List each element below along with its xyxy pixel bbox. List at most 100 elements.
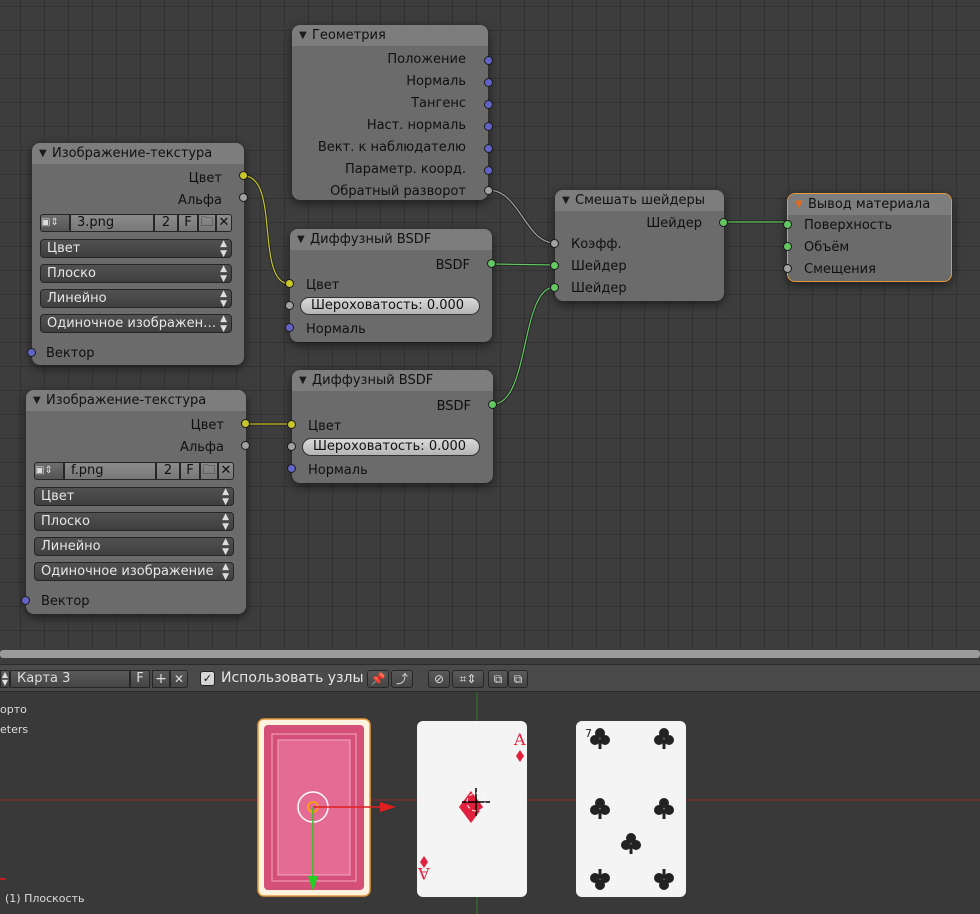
socket-color-out[interactable] [239, 171, 248, 180]
output-normal: Нормаль [406, 74, 466, 89]
socket-true-normal[interactable] [484, 122, 493, 131]
copy-material-icon[interactable]: ⧉ [488, 670, 508, 688]
folder-icon[interactable]: 🗀 [200, 462, 218, 480]
node-editor[interactable]: ▼ Геометрия Положение Нормаль Тангенс На… [0, 0, 980, 648]
socket-normal[interactable] [484, 78, 493, 87]
color-mode-dropdown[interactable]: Цвет ▲ ▼ [34, 487, 234, 506]
material-name-field[interactable]: Карта 3 [10, 670, 130, 688]
output-true-normal: Наст. нормаль [366, 118, 466, 133]
mix-shader-header[interactable]: ▼ Смешать шейдеры [555, 190, 724, 211]
collapse-triangle-icon[interactable]: ▼ [562, 190, 570, 211]
fake-user-button[interactable]: F [180, 462, 200, 480]
input-color: Цвет [308, 419, 342, 434]
output-position: Положение [387, 52, 466, 67]
socket-alpha-out[interactable] [239, 193, 248, 202]
socket-roughness-in[interactable] [287, 442, 296, 451]
socket-surface-in[interactable] [783, 220, 792, 229]
input-shader-1: Шейдер [571, 259, 627, 274]
card-seven-of-clubs: 7 [576, 721, 686, 897]
socket-vector-in[interactable] [21, 596, 30, 605]
snap-icon[interactable]: ⊘ [428, 670, 450, 688]
socket-vector-in[interactable] [27, 348, 36, 357]
input-displacement: Смещения [804, 262, 876, 277]
interpolation-dropdown[interactable]: Линейно ▲ ▼ [40, 289, 232, 308]
fake-user-button[interactable]: F [130, 670, 150, 688]
paste-material-icon[interactable]: ⧉ [508, 670, 528, 688]
collapse-triangle-icon[interactable]: ▼ [795, 194, 803, 215]
image-browse-button[interactable]: ▣⇕ [40, 214, 70, 232]
close-icon[interactable]: ✕ [218, 462, 234, 480]
image-users-count[interactable]: 2 [156, 462, 180, 480]
image-texture-node-2[interactable]: ▼ Изображение-текстура Цвет Альфа ▣⇕ f.p… [21, 390, 250, 614]
output-incoming: Вект. к наблюдателю [317, 140, 466, 155]
image-texture-node-1[interactable]: ▼ Изображение-текстура Цвет Альфа ▣⇕ 3.p… [27, 143, 248, 365]
source-dropdown[interactable]: Одиночное изображение ▲ ▼ [34, 562, 234, 581]
add-icon[interactable]: + [152, 670, 170, 688]
roughness-slider[interactable]: Шероховатость: 0.000 [302, 438, 480, 456]
3d-viewport[interactable]: 7 A A орто eters (1) Плоскость [0, 692, 980, 914]
image-users-count[interactable]: 2 [154, 214, 178, 232]
active-object-label: (1) Плоскость [5, 892, 85, 905]
geometry-node-header[interactable]: ▼ Геометрия [292, 25, 488, 46]
interpolation-dropdown[interactable]: Линейно ▲ ▼ [34, 537, 234, 556]
diffuse-header-2[interactable]: ▼ Диффузный BSDF [292, 370, 493, 391]
image-browse-button[interactable]: ▣⇕ [34, 462, 64, 480]
image-name-field[interactable]: f.png [64, 462, 156, 480]
projection-dropdown[interactable]: Плоско ▲ ▼ [40, 264, 232, 283]
diffuse-bsdf-node-2[interactable]: ▼ Диффузный BSDF BSDF Цвет Шероховатость… [287, 370, 497, 483]
source-dropdown[interactable]: Одиночное изображен… ▲ ▼ [40, 314, 232, 333]
socket-color-in[interactable] [287, 420, 296, 429]
collapse-triangle-icon[interactable]: ▼ [33, 390, 41, 411]
socket-shader-in-1[interactable] [550, 261, 559, 270]
pin-icon[interactable]: 📌 [367, 670, 389, 688]
socket-position[interactable] [484, 56, 493, 65]
diffuse-bsdf-node-1[interactable]: ▼ Диффузный BSDF BSDF Цвет Шероховатость… [285, 229, 496, 342]
geometry-node[interactable]: ▼ Геометрия Положение Нормаль Тангенс На… [292, 25, 493, 200]
socket-tangent[interactable] [484, 100, 493, 109]
image-texture-header-1[interactable]: ▼ Изображение-текстура [32, 143, 244, 164]
collapse-triangle-icon[interactable]: ▼ [297, 229, 305, 250]
socket-volume-in[interactable] [783, 242, 792, 251]
socket-alpha-out[interactable] [241, 441, 250, 450]
socket-color-in[interactable] [285, 279, 294, 288]
area-divider[interactable] [0, 648, 980, 664]
socket-displacement-in[interactable] [783, 264, 792, 273]
socket-normal-in[interactable] [285, 323, 294, 332]
socket-fac-in[interactable] [550, 239, 559, 248]
parent-node-icon[interactable]: ⤴ [391, 670, 413, 688]
snap-element-dropdown[interactable]: ⌗⇕ [452, 670, 484, 688]
roughness-slider[interactable]: Шероховатость: 0.000 [300, 297, 480, 315]
close-icon[interactable]: ✕ [170, 670, 188, 688]
color-mode-dropdown[interactable]: Цвет ▲ ▼ [40, 239, 232, 258]
material-output-header[interactable]: ▼ Вывод материала [788, 194, 951, 215]
socket-normal-in[interactable] [287, 464, 296, 473]
image-name-field[interactable]: 3.png [70, 214, 154, 232]
ace-rank-label-inverted: A [418, 864, 430, 883]
material-output-node[interactable]: ▼ Вывод материала Поверхность Объём Смещ… [783, 193, 952, 282]
image-selector-row[interactable]: ▣⇕ f.png 2 F 🗀 ✕ [34, 462, 234, 480]
use-nodes-checkbox[interactable]: ✓ [200, 671, 215, 686]
socket-shader-out[interactable] [719, 218, 728, 227]
socket-bsdf-out[interactable] [488, 400, 497, 409]
input-volume: Объём [804, 240, 850, 255]
image-texture-header-2[interactable]: ▼ Изображение-текстура [26, 390, 246, 411]
mix-shader-node[interactable]: ▼ Смешать шейдеры Шейдер Коэфф. Шейдер Ш… [550, 190, 728, 301]
diffuse-header-1[interactable]: ▼ Диффузный BSDF [290, 229, 492, 250]
output-color: Цвет [188, 171, 222, 186]
socket-backfacing[interactable] [484, 186, 493, 195]
socket-parametric[interactable] [484, 166, 493, 175]
image-selector-row[interactable]: ▣⇕ 3.png 2 F 🗀 ✕ [40, 214, 232, 232]
collapse-triangle-icon[interactable]: ▼ [39, 143, 47, 164]
close-icon[interactable]: ✕ [216, 214, 232, 232]
socket-shader-in-2[interactable] [550, 283, 559, 292]
collapse-triangle-icon[interactable]: ▼ [299, 25, 307, 46]
folder-icon[interactable]: 🗀 [198, 214, 216, 232]
socket-bsdf-out[interactable] [487, 259, 496, 268]
projection-dropdown[interactable]: Плоско ▲ ▼ [34, 512, 234, 531]
fake-user-button[interactable]: F [178, 214, 198, 232]
collapse-triangle-icon[interactable]: ▼ [299, 370, 307, 391]
socket-incoming[interactable] [484, 144, 493, 153]
material-browse-arrows[interactable]: ▲ ▼ [0, 670, 10, 688]
socket-roughness-in[interactable] [285, 301, 294, 310]
socket-color-out[interactable] [241, 419, 250, 428]
